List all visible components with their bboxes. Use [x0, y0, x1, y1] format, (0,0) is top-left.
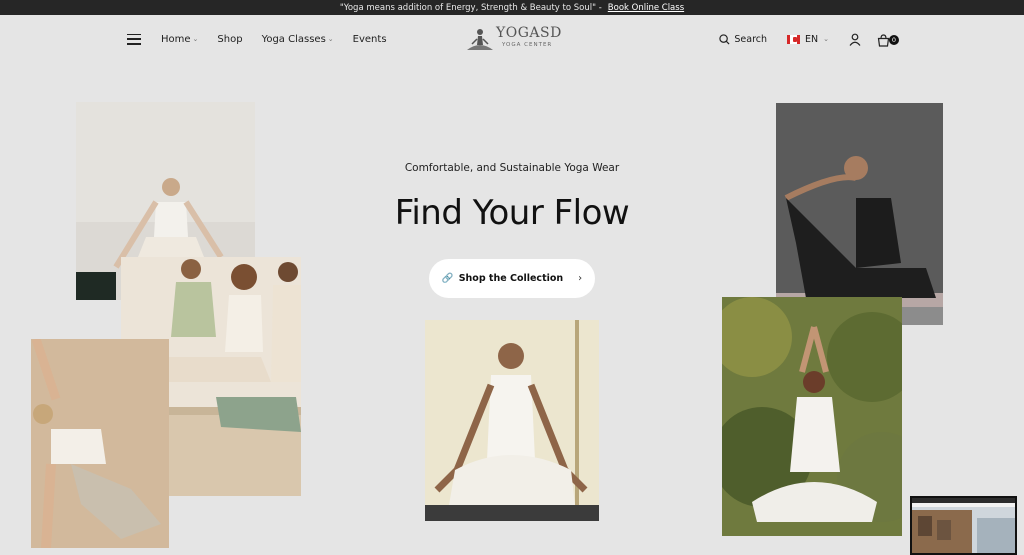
cart-count-badge: 0 — [889, 35, 899, 45]
chevron-down-icon: ⌄ — [823, 35, 829, 43]
nav-item-label: Events — [352, 33, 387, 45]
shop-the-collection-button[interactable]: 🔗 Shop the Collection › — [429, 259, 595, 298]
canada-flag-icon — [787, 34, 801, 44]
logo-tagline: YOGA CENTER — [502, 42, 553, 48]
yoga-photo-woman-backbend — [776, 103, 943, 325]
yoga-photo-woman-forest — [722, 297, 902, 536]
cart-button[interactable]: 0 — [877, 32, 899, 47]
nav-item-label: Shop — [217, 33, 243, 45]
yoga-photo-man-meditating — [425, 320, 599, 521]
chevron-right-icon: › — [578, 273, 583, 284]
chevron-down-icon: ⌄ — [192, 35, 199, 43]
nav-item-label: Home — [161, 33, 191, 45]
cta-label: Shop the Collection — [458, 273, 564, 284]
yoga-pose-logo-icon — [467, 29, 493, 50]
book-online-class-link[interactable]: Book Online Class — [608, 3, 684, 13]
search-button[interactable]: Search — [719, 34, 767, 45]
nav-item-label: Yoga Classes — [261, 33, 326, 45]
nav-item-yoga-classes[interactable]: Yoga Classes ⌄ — [262, 34, 334, 45]
link-icon: 🔗 — [441, 273, 454, 284]
website-preview-thumbnail[interactable] — [910, 496, 1017, 555]
yoga-photo-woman-stretch — [31, 339, 169, 548]
nav-item-home[interactable]: Home ⌄ — [161, 34, 198, 45]
logo-name: YOGASD — [496, 25, 562, 41]
hero-subtitle: Comfortable, and Sustainable Yoga Wear — [404, 162, 620, 174]
site-logo[interactable]: YOGASD YOGA CENTER — [465, 25, 565, 53]
search-label: Search — [734, 33, 768, 45]
announcement-bar: "Yoga means addition of Energy, Strength… — [0, 0, 1024, 15]
site-header: Home ⌄ Shop Yoga Classes ⌄ Events YOGASD… — [0, 15, 1024, 63]
nav-item-shop[interactable]: Shop — [217, 34, 242, 45]
hamburger-menu-icon[interactable] — [127, 33, 141, 45]
search-icon — [719, 33, 730, 45]
chevron-down-icon: ⌄ — [327, 35, 334, 43]
language-selector[interactable]: EN ⌄ — [787, 34, 829, 45]
main-nav: Home ⌄ Shop Yoga Classes ⌄ Events — [127, 15, 406, 63]
language-label: EN — [805, 33, 819, 45]
nav-item-events[interactable]: Events — [353, 34, 387, 45]
header-actions: Search EN ⌄ 0 — [719, 15, 899, 63]
announcement-quote: "Yoga means addition of Energy, Strength… — [339, 2, 602, 13]
user-icon[interactable] — [849, 33, 861, 46]
hero-title: Find Your Flow — [394, 193, 630, 233]
